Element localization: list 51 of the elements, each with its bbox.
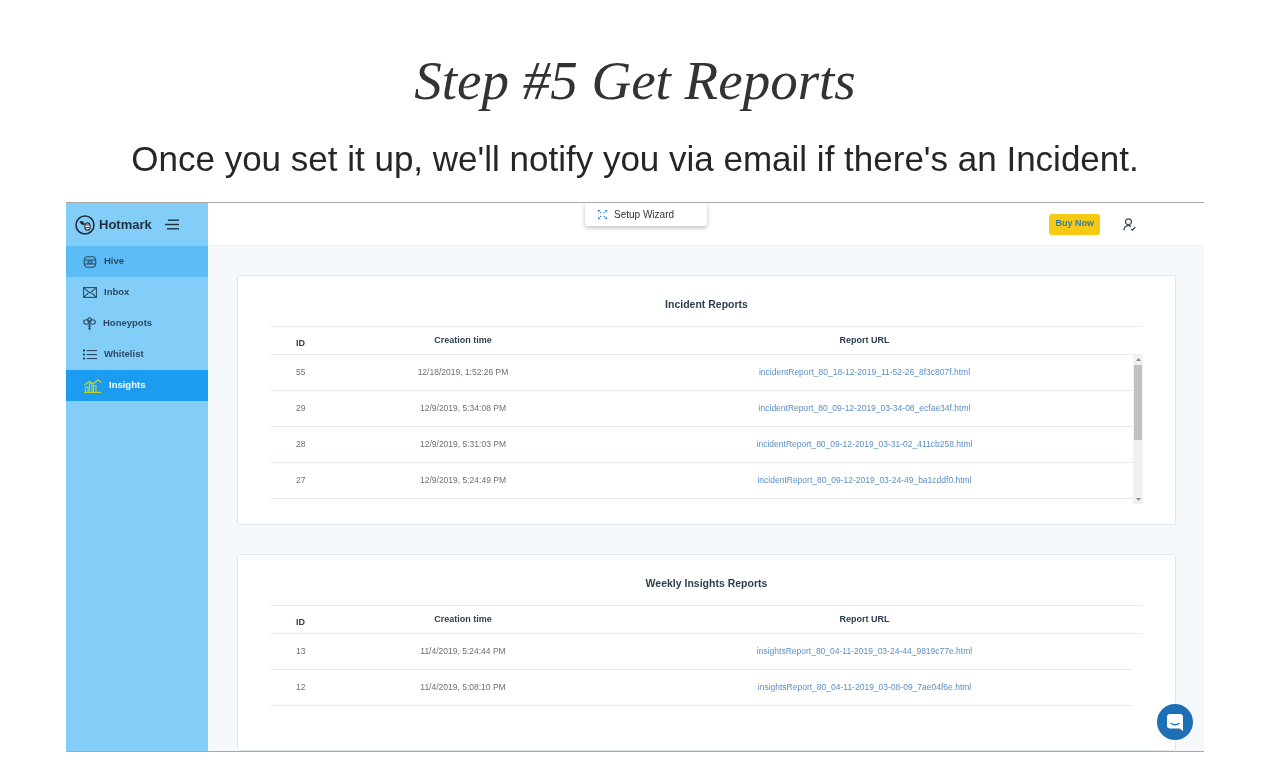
scrollbar-thumb[interactable] — [1134, 365, 1142, 440]
table-cell-text: 11/4/2019, 5:08:10 PM — [419, 681, 507, 694]
column-header: Creation time — [434, 612, 492, 626]
sidebar-item[interactable]: Hive — [66, 246, 208, 277]
logo-icon — [75, 214, 95, 235]
table-cell-text: 12 — [295, 681, 307, 694]
report-link[interactable]: incidentReport_80_09-12-2019_03-24-49_ba1cddf0.html — [757, 474, 972, 487]
sidebar-item[interactable]: Insights — [66, 370, 208, 401]
report-link[interactable]: insightsReport_80_04-11-2019_03-24-44_9819c77e.html — [756, 645, 973, 658]
table-cell-text: 27 — [295, 474, 307, 487]
chat-bubble-icon — [1167, 713, 1183, 731]
table-cell-text: 12/9/2019, 5:34:08 PM — [419, 402, 507, 415]
table-cell-text: 12/18/2019, 1:52:26 PM — [416, 366, 510, 379]
user-button[interactable] — [1123, 217, 1136, 231]
buy-now-button[interactable]: Buy Now — [1049, 213, 1100, 235]
table-cell-text: 12/9/2019, 5:31:03 PM — [419, 438, 507, 451]
table-cell-text: 11/4/2019, 5:24:44 PM — [419, 645, 507, 658]
column-header: Report URL — [839, 612, 890, 626]
report-link[interactable]: incidentReport_80_09-12-2019_03-34-08_ecfae34f.html — [758, 402, 971, 415]
table-cell-text: 13 — [295, 645, 307, 658]
column-header: Report URL — [839, 333, 890, 347]
sidebar-item[interactable]: Inbox — [66, 277, 208, 308]
caret-up-icon — [1135, 358, 1141, 361]
report-link[interactable]: insightsReport_80_04-11-2019_03-08-09_7ae04f6e.html — [757, 681, 972, 694]
page-subtitle: Once you set it up, we'll notify you via email if there's an Incident. — [131, 141, 1139, 177]
chart-icon — [83, 378, 102, 393]
brand-name: Hotmark — [99, 215, 152, 234]
envelope-icon — [83, 287, 97, 298]
user-icon — [1123, 217, 1136, 231]
report-link[interactable]: incidentReport_80_09-12-2019_03-31-02_411cb258.html — [756, 438, 973, 451]
menu-icon — [164, 219, 179, 230]
caret-down-icon — [1135, 498, 1141, 501]
sidebar-item[interactable]: Honeypots — [66, 308, 208, 339]
report-link[interactable]: incidentReport_80_18-12-2019_11-52-26_8f3c807f.html — [758, 366, 971, 379]
sidebar-item[interactable]: Whitelist — [66, 339, 208, 370]
expand-icon — [598, 210, 607, 219]
column-header: ID — [296, 337, 305, 348]
panel-title: Incident Reports — [665, 297, 748, 311]
menu-button[interactable] — [164, 219, 179, 230]
barrel-icon — [83, 255, 97, 268]
setup-wizard-tab[interactable]: Setup Wizard — [585, 203, 707, 226]
flower-icon — [83, 316, 96, 331]
column-header: Creation time — [434, 333, 492, 347]
table-cell-text: 28 — [295, 438, 307, 451]
scrollbar[interactable] — [1133, 355, 1143, 504]
table-cell-text: 12/9/2019, 5:24:49 PM — [419, 474, 507, 487]
column-header: ID — [296, 616, 305, 627]
table-cell-text: 29 — [295, 402, 307, 415]
list-icon — [83, 349, 97, 360]
panel-title: Weekly Insights Reports — [645, 576, 768, 590]
table-cell-text: 55 — [295, 366, 307, 379]
